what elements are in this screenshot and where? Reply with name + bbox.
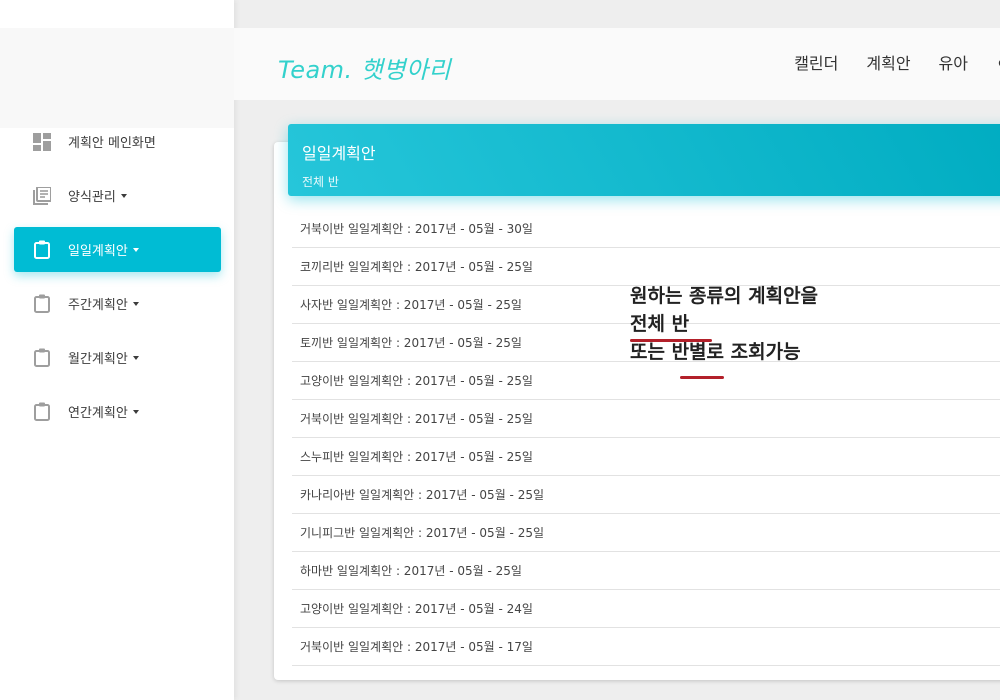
clipboard-icon: [32, 348, 52, 368]
top-nav-menu: 캘린더 계획안 유아 ㅇ: [794, 50, 1000, 74]
sidebar-item-label: 연간계획안: [68, 406, 128, 421]
list-item[interactable]: 스누피반 일일계획안 : 2017년 - 05월 - 25일: [292, 438, 1000, 476]
sidebar-item-label: 양식관리: [68, 190, 116, 205]
list-item[interactable]: 카나리아반 일일계획안 : 2017년 - 05월 - 25일: [292, 476, 1000, 514]
sidebar-menu: 계획안 메인화면 양식관리 일일계획안 주간계획안 월간계획안 연간계획안: [14, 119, 221, 443]
caret-down-icon: [132, 409, 139, 414]
sidebar-item-monthly-plan[interactable]: 월간계획안: [14, 335, 221, 380]
annotation-underline: [630, 339, 712, 342]
handwritten-annotation: 원하는 종류의 계획안을 전체 반 또는 반별로 조회가능: [630, 282, 818, 366]
sidebar-item-main[interactable]: 계획안 메인화면: [14, 119, 221, 164]
sidebar-item-label: 일일계획안: [68, 244, 128, 259]
sidebar-item-label: 주간계획안: [68, 298, 128, 313]
nav-child[interactable]: 유아: [939, 50, 968, 74]
annotation-line-1: 원하는 종류의 계획안을: [630, 285, 819, 307]
top-navbar: Team. 햇병아리 캘린더 계획안 유아 ㅇ: [234, 28, 1000, 100]
card-subtitle: 전체 반: [302, 175, 339, 189]
clipboard-icon: [32, 402, 52, 422]
list-item[interactable]: 고양이반 일일계획안 : 2017년 - 05월 - 24일: [292, 590, 1000, 628]
sidebar-item-weekly-plan[interactable]: 주간계획안: [14, 281, 221, 326]
list-item[interactable]: 하마반 일일계획안 : 2017년 - 05월 - 25일: [292, 552, 1000, 590]
caret-down-icon: [132, 355, 139, 360]
sidebar-item-label: 계획안 메인화면: [68, 136, 156, 151]
nav-plan[interactable]: 계획안: [866, 50, 910, 74]
list-item[interactable]: 고양이반 일일계획안 : 2017년 - 05월 - 25일: [292, 362, 1000, 400]
clipboard-icon: [32, 294, 52, 314]
caret-down-icon: [120, 193, 127, 198]
sidebar-item-daily-plan[interactable]: 일일계획안: [14, 227, 221, 272]
dashboard-icon: [32, 132, 52, 152]
list-item[interactable]: 거북이반 일일계획안 : 2017년 - 05월 - 17일: [292, 628, 1000, 666]
list-item[interactable]: 거북이반 일일계획안 : 2017년 - 05월 - 30일: [292, 210, 1000, 248]
clipboard-icon: [32, 240, 52, 260]
list-item[interactable]: 코끼리반 일일계획안 : 2017년 - 05월 - 25일: [292, 248, 1000, 286]
card-title: 일일계획안: [302, 144, 376, 163]
nav-overflow: ㅇ: [996, 50, 1000, 74]
library-books-icon: [32, 186, 52, 206]
annotation-line-3: 또는 반별로 조회가능: [630, 341, 801, 363]
sidebar-item-label: 월간계획안: [68, 352, 128, 367]
sidebar-item-forms[interactable]: 양식관리: [14, 173, 221, 218]
sidebar-logo-area: [0, 28, 234, 128]
nav-calendar[interactable]: 캘린더: [794, 50, 838, 74]
annotation-underline: [680, 376, 724, 379]
annotation-line-2: 전체 반: [630, 313, 690, 335]
brand-logo[interactable]: Team. 햇병아리: [278, 50, 451, 85]
plan-list: 거북이반 일일계획안 : 2017년 - 05월 - 30일 코끼리반 일일계획…: [292, 210, 1000, 666]
caret-down-icon: [132, 301, 139, 306]
sidebar-item-yearly-plan[interactable]: 연간계획안: [14, 389, 221, 434]
caret-down-icon: [132, 247, 139, 252]
plan-card-header: 일일계획안 전체 반: [288, 124, 1000, 196]
list-item[interactable]: 거북이반 일일계획안 : 2017년 - 05월 - 25일: [292, 400, 1000, 438]
list-item[interactable]: 기니피그반 일일계획안 : 2017년 - 05월 - 25일: [292, 514, 1000, 552]
